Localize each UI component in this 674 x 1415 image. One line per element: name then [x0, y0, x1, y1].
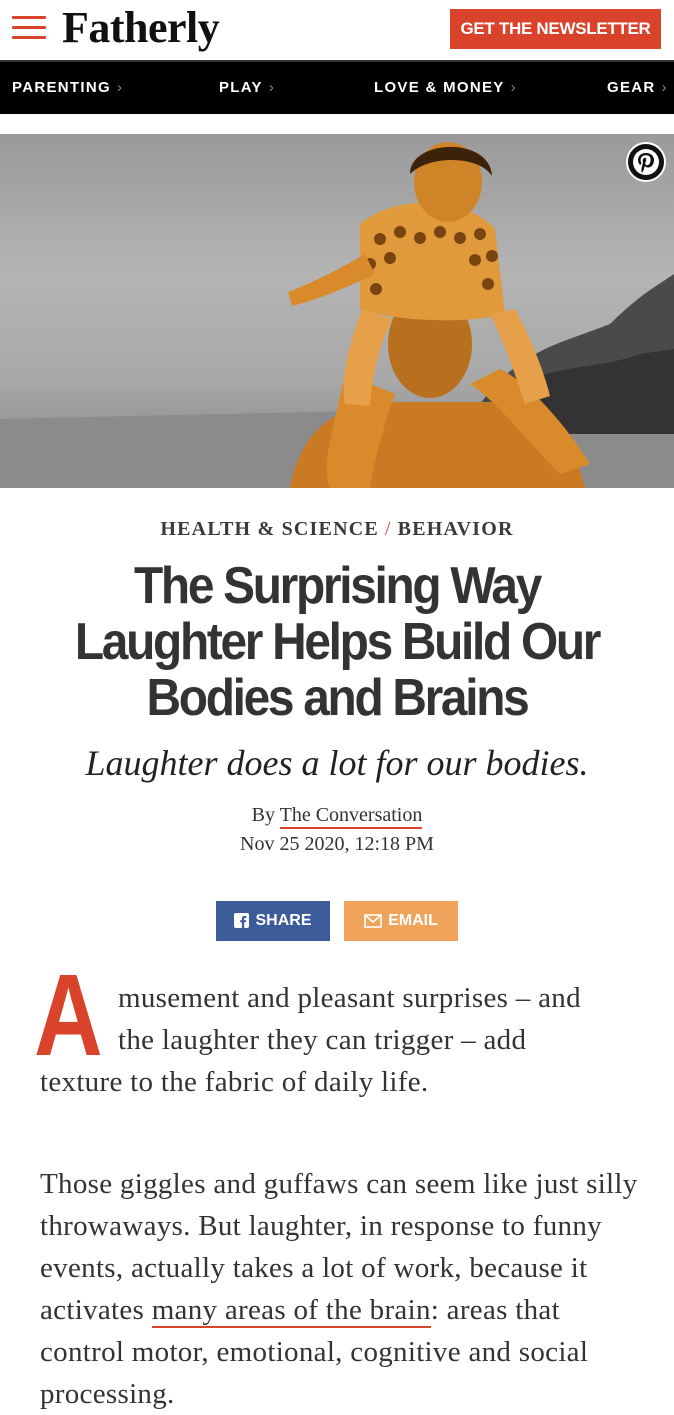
article-dek: Laughter does a lot for our bodies. [85, 743, 589, 783]
paragraph-line: texture to the fabric of daily life. [40, 1066, 429, 1098]
subcategory-link[interactable]: BEHAVIOR [398, 518, 514, 540]
byline-prefix: By [251, 804, 275, 826]
hamburger-icon[interactable] [12, 16, 46, 40]
author-link[interactable]: The Conversation [279, 804, 423, 829]
email-share-button[interactable]: EMAIL [344, 901, 458, 941]
nav-item-label: GEAR [607, 79, 656, 96]
chevron-right-icon: › [661, 79, 668, 96]
nav-item-parenting[interactable]: PARENTING › [12, 62, 123, 114]
category-separator: / [384, 518, 392, 540]
site-logo[interactable]: Fatherly [62, 2, 220, 53]
article-title: The Surprising Way Laughter Helps Build … [74, 557, 602, 727]
category-nav: PARENTING › PLAY › LOVE & MONEY › GEAR › [0, 60, 674, 114]
nav-item-play[interactable]: PLAY › [219, 62, 275, 114]
pinterest-icon[interactable] [626, 142, 666, 182]
share-label: SHARE [255, 912, 312, 929]
hero-image [0, 134, 674, 488]
facebook-icon [234, 913, 250, 929]
paragraph-line: musement and pleasant surprises – and [118, 982, 581, 1014]
newsletter-button[interactable]: GET THE NEWSLETTER [450, 9, 661, 49]
inline-link[interactable]: many areas of the brain [151, 1294, 431, 1328]
site-header: Fatherly GET THE NEWSLETTER [0, 0, 674, 60]
nav-item-gear[interactable]: GEAR › [607, 62, 668, 114]
drop-cap: A [34, 950, 103, 1080]
publish-date: Nov 25 2020, 12:18 PM [240, 833, 434, 855]
article-category: HEALTH & SCIENCE / BEHAVIOR [0, 518, 674, 541]
chevron-right-icon: › [116, 79, 124, 96]
paragraph-line: the laughter they can trigger – add [118, 1024, 527, 1056]
nav-item-label: LOVE & MONEY [374, 79, 505, 96]
envelope-icon [364, 913, 382, 928]
nav-item-love-money[interactable]: LOVE & MONEY › [374, 62, 517, 114]
category-link[interactable]: HEALTH & SCIENCE [160, 518, 379, 540]
hero-illustration [0, 142, 674, 488]
nav-item-label: PLAY [219, 79, 263, 96]
byline: By The Conversation [0, 804, 674, 829]
nav-item-label: PARENTING [12, 79, 111, 96]
facebook-share-button[interactable]: SHARE [216, 901, 330, 941]
chevron-right-icon: › [268, 79, 276, 96]
chevron-right-icon: › [510, 79, 517, 96]
email-label: EMAIL [388, 912, 438, 929]
article-paragraph: Those giggles and guffaws can seem like … [40, 1163, 640, 1415]
